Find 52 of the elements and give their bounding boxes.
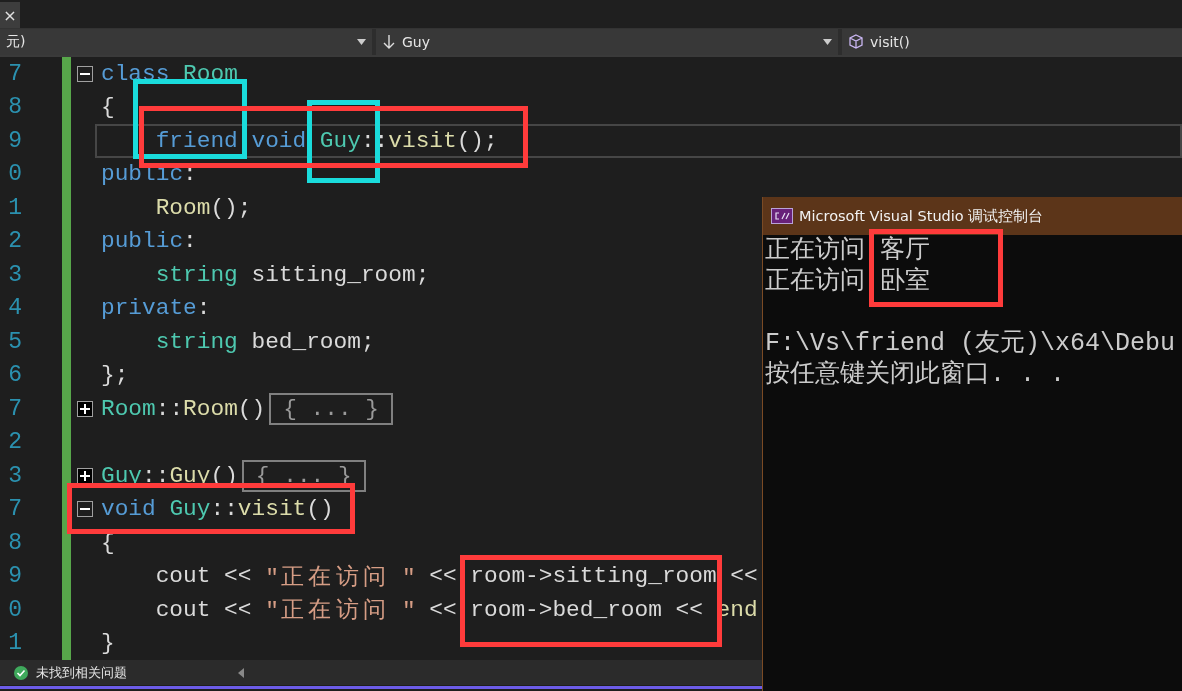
line-number: 2: [8, 228, 22, 255]
close-tab-button[interactable]: ×: [0, 2, 20, 28]
navigation-dropdown[interactable]: Guy: [376, 29, 838, 55]
line-number: 1: [8, 630, 22, 657]
code-line: string sitting_room;: [155, 261, 430, 288]
change-marker: [62, 57, 71, 91]
console-title: Microsoft Visual Studio 调试控制台: [799, 206, 1044, 226]
line-number: 8: [8, 94, 22, 121]
line-number: 6: [8, 362, 22, 389]
line-number: 9: [8, 563, 22, 590]
code-line: string bed_room;: [155, 328, 375, 355]
down-arrow-icon: [382, 34, 396, 50]
collapse-icon[interactable]: [77, 65, 93, 82]
code-line: {: [101, 94, 115, 121]
expand-icon[interactable]: [77, 467, 93, 484]
dropdown-caret-icon: [357, 39, 366, 45]
console-app-icon: [771, 208, 793, 224]
console-output-line: 按任意键关闭此窗口. . .: [764, 359, 1065, 390]
console-output-line: F:\Vs\friend (友元)\x64\Debu: [764, 328, 1176, 359]
line-number: 1: [8, 194, 22, 221]
line-number: 7: [8, 60, 22, 87]
line-number: 3: [8, 462, 22, 489]
code-line: void Guy::visit(): [101, 496, 334, 523]
line-number: 7: [8, 395, 22, 422]
code-line: public:: [101, 228, 197, 255]
line-number: 4: [8, 295, 22, 322]
line-number: 2: [8, 429, 22, 456]
console-output-line: 正在访问 卧室: [764, 266, 930, 297]
line-number: 0: [8, 596, 22, 623]
code-line: cout << "正在访问 " << room->sitting_room <<: [155, 562, 758, 592]
status-message: 未找到相关问题: [36, 663, 128, 682]
collapsed-block[interactable]: { ... }: [269, 392, 393, 425]
code-line: private:: [101, 295, 211, 322]
line-number: 8: [8, 529, 22, 556]
cube-icon: [848, 34, 864, 50]
navigation-dropdown[interactable]: visit(): [842, 29, 1182, 55]
collapse-icon[interactable]: [77, 501, 93, 518]
code-line: };: [101, 362, 129, 389]
dropdown-caret-icon: [823, 39, 832, 45]
code-line: Room();: [155, 194, 252, 221]
expand-icon[interactable]: [77, 400, 93, 417]
line-number: 7: [8, 496, 22, 523]
navigation-dropdown[interactable]: 元): [0, 29, 372, 55]
change-marker: [62, 626, 71, 660]
code-line: Room::Room(): [101, 395, 266, 422]
line-number: 0: [8, 161, 22, 188]
code-line: }: [101, 630, 115, 657]
line-number: 5: [8, 328, 22, 355]
line-number: 9: [8, 127, 22, 154]
line-number: 3: [8, 261, 22, 288]
code-line: public:: [101, 161, 197, 188]
console-output-line: 正在访问 客厅: [764, 235, 930, 266]
